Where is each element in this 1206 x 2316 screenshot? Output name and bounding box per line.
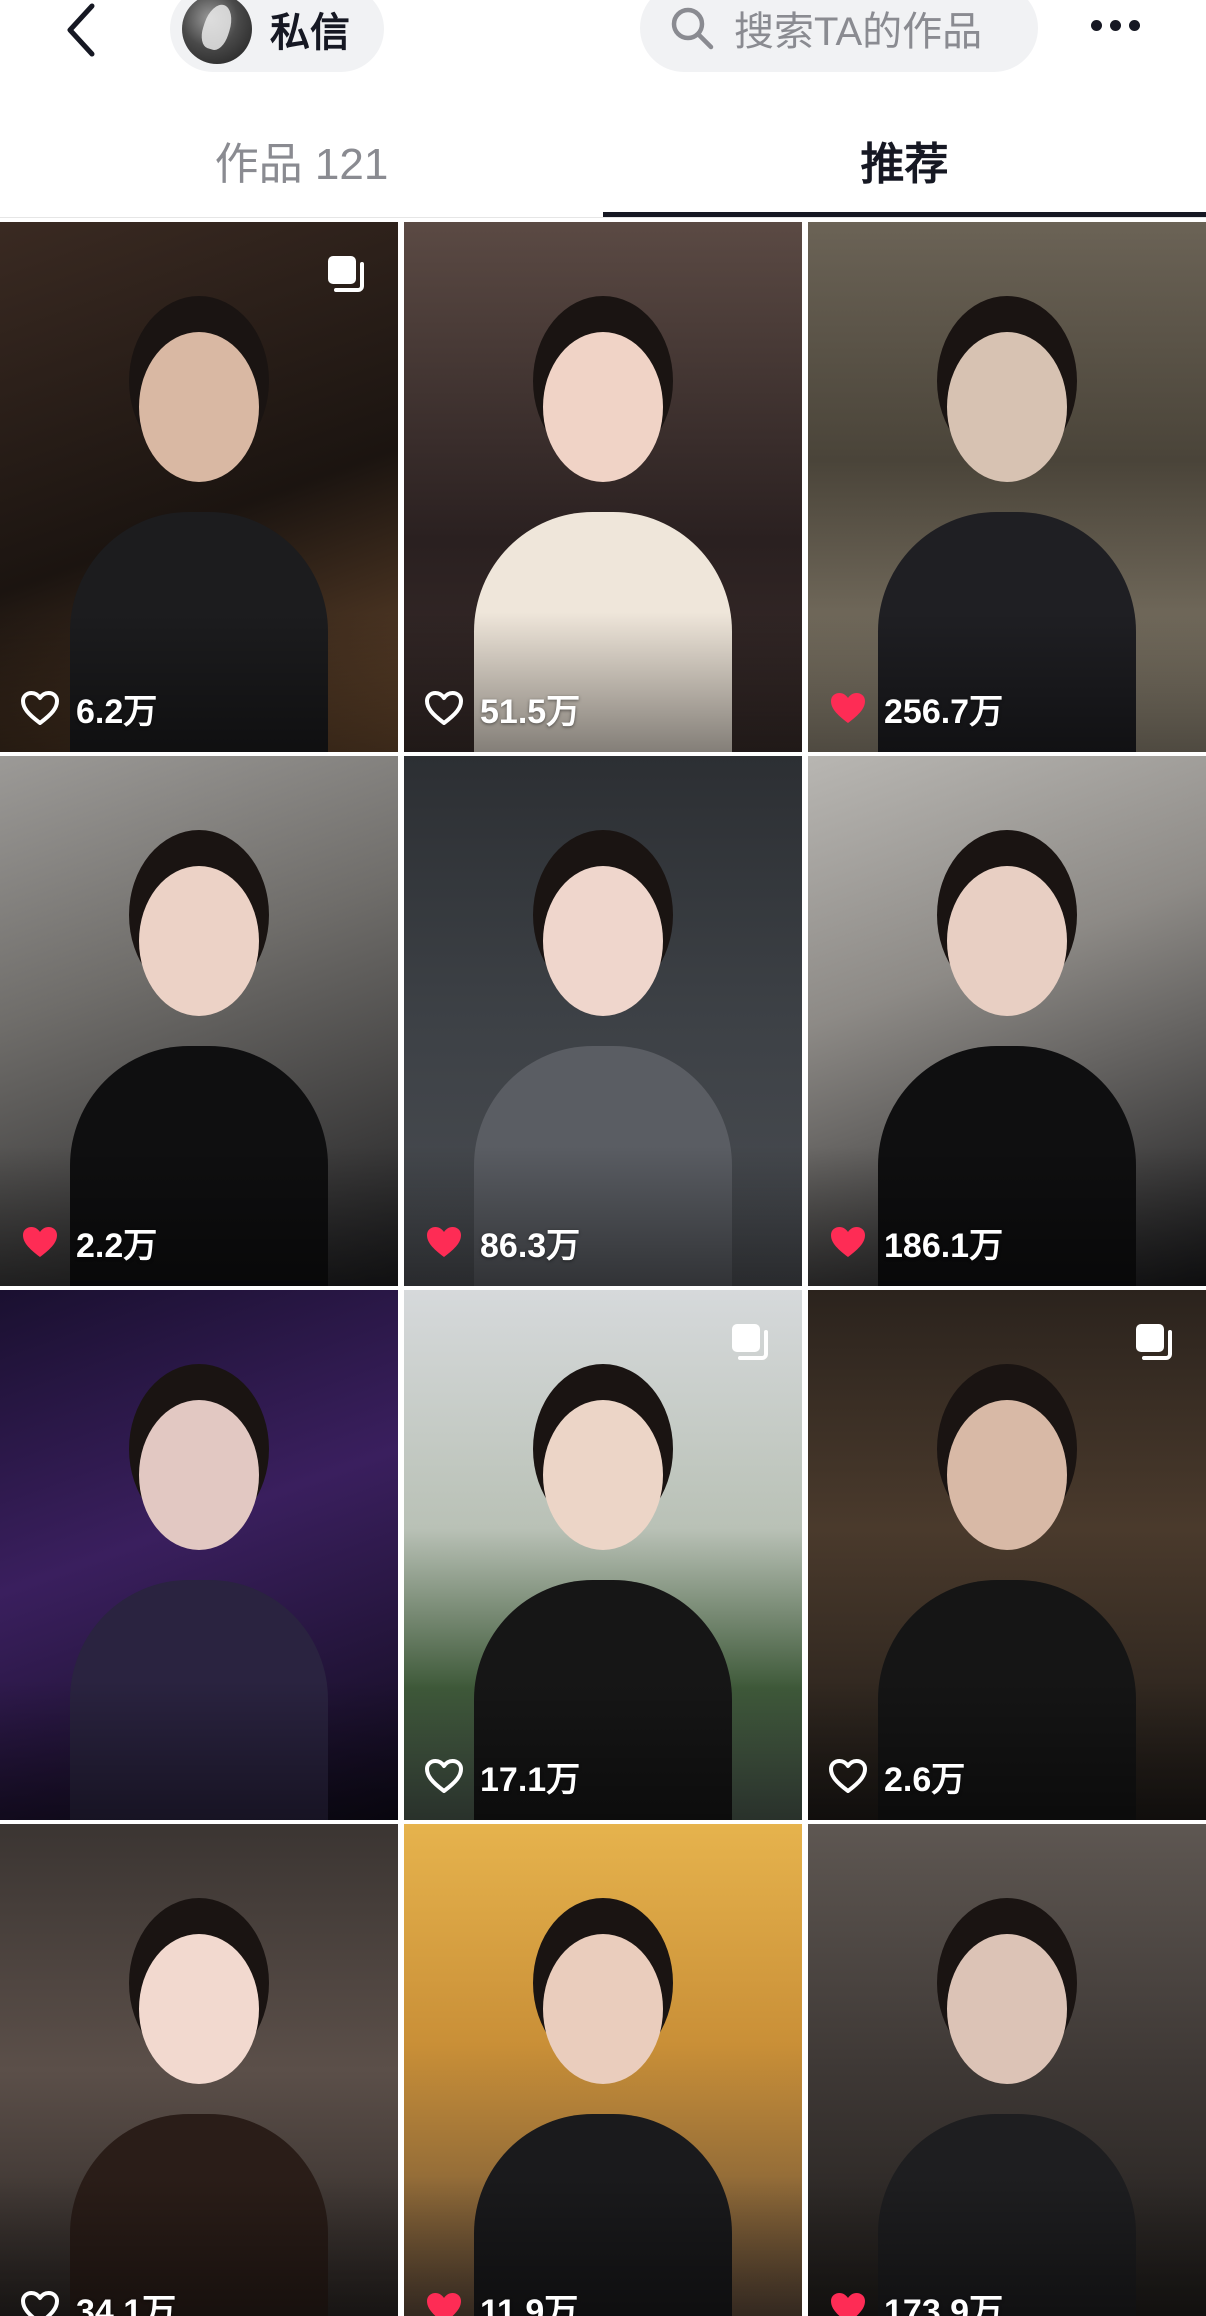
thumbnail-face [139, 866, 259, 1016]
video-card[interactable]: 2.2万 [0, 756, 398, 1286]
thumbnail-shade [404, 1146, 802, 1286]
like-row: 2.6万 [828, 1754, 966, 1799]
like-count: 86.3万 [480, 1226, 581, 1265]
heart-icon [21, 2291, 59, 2316]
heart-icon [427, 2293, 461, 2316]
heart-icon [831, 2293, 865, 2316]
multi-image-icon [732, 1324, 768, 1360]
video-card[interactable]: 86.3万 [404, 756, 802, 1286]
thumbnail-shade [404, 1680, 802, 1820]
thumbnail-face [139, 332, 259, 482]
thumbnail-shade [808, 612, 1206, 752]
message-label: 私信 [270, 11, 350, 55]
thumbnail-shade [0, 1146, 398, 1286]
thumbnail-shade [808, 1146, 1206, 1286]
chevron-left-icon [67, 3, 95, 57]
thumbnail-shade [404, 612, 802, 752]
heart-icon [425, 691, 463, 725]
like-count: 256.7万 [884, 692, 1004, 731]
search-placeholder: 搜索TA的作品 [734, 10, 983, 54]
video-card[interactable]: 2.6万 [808, 1290, 1206, 1820]
thumbnail-face [543, 332, 663, 482]
video-card[interactable]: 256.7万 [808, 222, 1206, 752]
video-card[interactable] [0, 1290, 398, 1820]
profile-tabs: 作品 121 推荐 [0, 108, 1206, 220]
thumbnail-face [947, 866, 1067, 1016]
multi-image-icon [328, 256, 364, 292]
like-row: 86.3万 [424, 1220, 581, 1265]
search-input[interactable]: 搜索TA的作品 [640, 0, 1038, 72]
message-button[interactable]: 私信 [170, 0, 384, 72]
more-options-button[interactable] [1080, 0, 1150, 50]
like-count: 17.1万 [480, 1760, 581, 1799]
video-card[interactable]: 11.9万 [404, 1824, 802, 2316]
multi-image-icon [1136, 1324, 1172, 1360]
heart-icon [427, 1227, 461, 1257]
thumbnail-face [139, 1934, 259, 2084]
heart-icon [831, 1227, 865, 1257]
heart-icon [21, 691, 59, 725]
like-count: 51.5万 [480, 692, 581, 731]
more-dot-icon [1090, 19, 1102, 31]
back-button[interactable] [52, 0, 112, 66]
video-card[interactable]: 17.1万 [404, 1290, 802, 1820]
video-card[interactable]: 6.2万 [0, 222, 398, 752]
thumbnail-face [543, 1400, 663, 1550]
heart-icon [829, 1759, 867, 1793]
tab-works[interactable]: 作品 121 [0, 108, 603, 212]
like-row: 186.1万 [828, 1220, 1004, 1265]
thumbnail-face [543, 1934, 663, 2084]
like-row: 51.5万 [424, 686, 581, 731]
divider [0, 217, 1206, 218]
avatar [182, 0, 252, 64]
thumbnail-shade [0, 612, 398, 752]
like-count: 34.1万 [76, 2292, 177, 2316]
like-count: 11.9万 [480, 2292, 579, 2316]
like-row: 173.9万 [828, 2286, 1003, 2316]
video-card[interactable]: 34.1万 [0, 1824, 398, 2316]
like-row: 256.7万 [828, 686, 1004, 731]
thumbnail-shade [808, 1680, 1206, 1820]
more-dot-icon [1109, 19, 1121, 31]
like-row: 11.9万 [424, 2286, 578, 2316]
video-card[interactable]: 51.5万 [404, 222, 802, 752]
heart-icon [831, 693, 865, 723]
thumbnail-shade [0, 1680, 398, 1820]
like-row: 17.1万 [424, 1754, 581, 1799]
like-count: 2.2万 [76, 1226, 158, 1265]
thumbnail-face [947, 1400, 1067, 1550]
like-row: 2.2万 [20, 1220, 158, 1265]
search-icon [671, 7, 714, 50]
thumbnail-face [947, 1934, 1067, 2084]
more-dot-icon [1128, 19, 1140, 31]
thumbnail-face [543, 866, 663, 1016]
like-count: 186.1万 [884, 1226, 1004, 1265]
like-count: 6.2万 [76, 692, 158, 731]
video-card[interactable]: 186.1万 [808, 756, 1206, 1286]
video-card[interactable]: 173.9万 [808, 1824, 1206, 2316]
thumbnail-face [139, 1400, 259, 1550]
like-count: 2.6万 [884, 1760, 966, 1799]
tab-recommended[interactable]: 推荐 [603, 108, 1206, 212]
heart-icon [23, 1227, 57, 1257]
heart-icon [425, 1759, 463, 1793]
thumbnail-face [947, 332, 1067, 482]
like-row: 34.1万 [20, 2286, 176, 2316]
like-count: 173.9万 [884, 2292, 1004, 2316]
top-bar: 私信 搜索TA的作品 [0, 0, 1206, 74]
like-row: 6.2万 [20, 686, 158, 731]
